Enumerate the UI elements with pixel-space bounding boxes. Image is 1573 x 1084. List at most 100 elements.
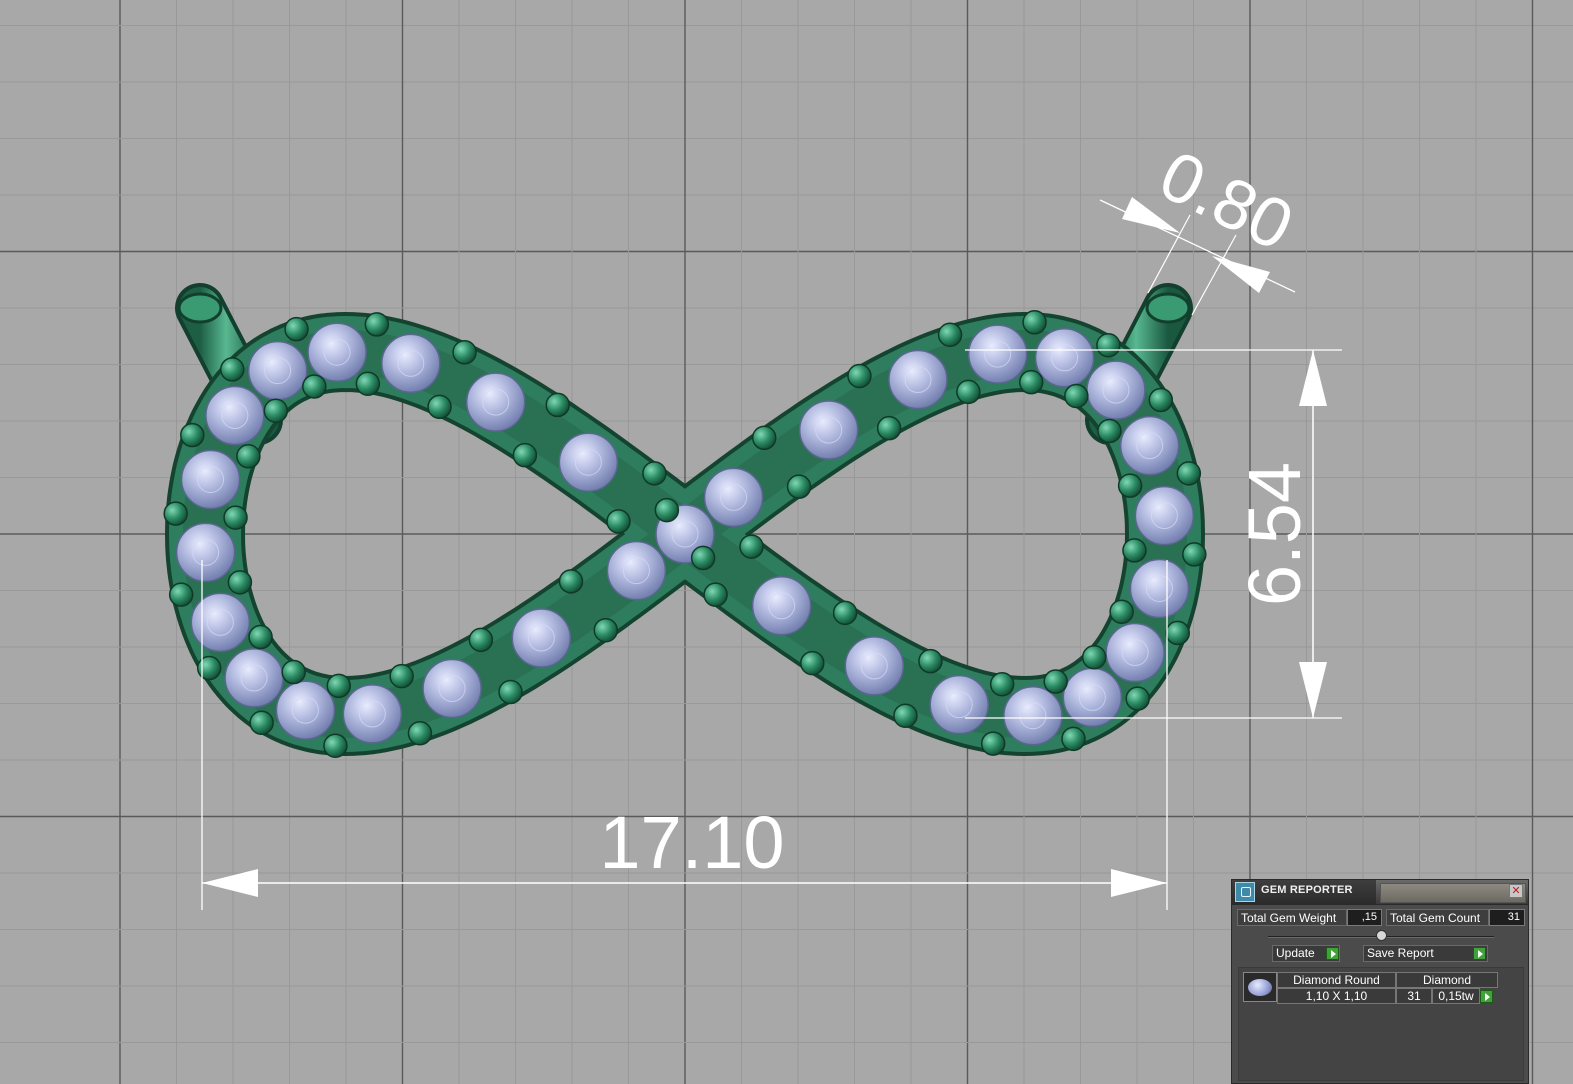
prong-bead — [1097, 418, 1122, 444]
prong-bead — [407, 720, 433, 746]
prong-bead — [937, 322, 963, 348]
prong-bead — [196, 655, 222, 681]
update-play-icon[interactable] — [1326, 947, 1339, 960]
diamond-stone — [190, 592, 251, 653]
prong-bead — [452, 340, 477, 365]
diamond-stone — [224, 648, 284, 708]
prong-bead — [249, 710, 274, 736]
diamond-stone — [1119, 415, 1180, 476]
prong-bead — [1125, 686, 1150, 711]
diamond-stone — [844, 636, 905, 696]
prong-bead — [1064, 383, 1089, 409]
total-gem-count-label: Total Gem Count — [1386, 909, 1489, 926]
prong-bead — [847, 363, 872, 389]
prong-bead — [918, 648, 943, 674]
prong-bead — [498, 679, 523, 705]
diamond-stone — [465, 372, 526, 432]
prong-bead — [751, 425, 777, 451]
prong-bead — [1165, 620, 1190, 646]
prong-bead — [876, 415, 902, 441]
prong-bead — [248, 624, 273, 650]
update-button-label: Update — [1276, 946, 1315, 960]
prong-bead — [323, 733, 348, 758]
prong-bead — [956, 379, 981, 405]
diamond-stone — [511, 608, 572, 668]
prong-bead — [1081, 645, 1107, 670]
prong-bead — [223, 505, 248, 530]
diamond-stone — [1134, 485, 1195, 546]
diamond-stone — [1086, 360, 1146, 420]
prong-bead — [281, 659, 306, 685]
gem-list: Diamond Round Diamond 1,10 X 1,10 31 0,1… — [1238, 967, 1524, 1081]
width-dimension-label: 17.10 — [599, 801, 784, 884]
save-report-button-label: Save Report — [1367, 946, 1434, 960]
close-icon[interactable]: ✕ — [1509, 884, 1523, 898]
prong-bead — [1061, 726, 1086, 752]
prong-bead — [739, 534, 764, 559]
prong-bead — [1176, 461, 1202, 486]
diamond-stone — [888, 349, 948, 410]
diamond-stone — [1034, 328, 1095, 388]
prong-bead — [163, 501, 188, 526]
save-report-button[interactable]: Save Report — [1363, 945, 1488, 962]
prong-bead — [642, 461, 667, 486]
gem-material-cell[interactable]: Diamond — [1396, 972, 1498, 988]
gem-row-play-icon[interactable] — [1480, 990, 1493, 1003]
panel-title: GEM REPORTER — [1261, 884, 1353, 896]
prong-bead — [989, 671, 1015, 697]
diamond-stone — [929, 674, 989, 735]
diamond-stone — [422, 658, 482, 719]
diamond-stone — [703, 467, 764, 528]
prong-bead — [654, 497, 680, 523]
splitter-handle-icon[interactable] — [1376, 930, 1387, 941]
prong-bead — [227, 570, 253, 595]
diamond-stone — [381, 333, 441, 394]
diamond-stone — [967, 324, 1028, 384]
diamond-stone — [798, 400, 859, 460]
prong-bead — [1117, 473, 1143, 498]
diamond-stone — [180, 449, 241, 510]
gem-reporter-panel: GEM REPORTER ✕ Total Gem Weight ,15 Tota… — [1231, 879, 1529, 1084]
prong-bead — [326, 673, 352, 699]
height-dimension-label: 6.54 — [1233, 462, 1316, 606]
prong-bead — [1182, 542, 1207, 567]
diamond-stone — [247, 340, 308, 401]
prong-bead — [427, 394, 452, 420]
diamond-stone — [342, 684, 403, 744]
diamond-stone — [1129, 558, 1190, 619]
prong-bead — [690, 545, 716, 571]
prong-bead — [284, 316, 309, 342]
gem-size-cell[interactable]: 1,10 X 1,10 — [1277, 988, 1396, 1004]
diamond-stone — [558, 432, 619, 492]
prong-bead — [220, 357, 245, 382]
panel-titlebar[interactable]: GEM REPORTER ✕ — [1232, 880, 1528, 905]
save-report-play-icon[interactable] — [1473, 947, 1486, 960]
prong-bead — [468, 627, 494, 653]
prong-bead — [512, 442, 538, 468]
prong-bead — [168, 582, 194, 607]
gem-weight-cell[interactable]: 0,15tw — [1432, 988, 1480, 1004]
prong-bead — [180, 422, 205, 448]
prong-bead — [302, 374, 327, 399]
prong-bead — [236, 444, 261, 469]
prong-bead — [1109, 599, 1134, 624]
prong-bead — [800, 650, 825, 676]
prong-bead — [832, 600, 858, 626]
diamond-stone — [275, 680, 336, 740]
prong-bead — [703, 582, 728, 607]
gem-shape-cell[interactable]: Diamond Round — [1277, 972, 1396, 988]
diamond-stone — [1105, 622, 1165, 683]
diamond-stone — [307, 322, 367, 382]
prong-bead — [1096, 332, 1121, 358]
diamond-stone — [175, 522, 236, 583]
prong-bead — [364, 312, 390, 337]
total-gem-weight-label: Total Gem Weight — [1237, 909, 1347, 926]
prong-bead — [593, 617, 619, 643]
diamond-stone — [1003, 686, 1063, 746]
gem-count-cell[interactable]: 31 — [1396, 988, 1432, 1004]
diamond-round-icon — [1243, 972, 1277, 1002]
prong-bead — [1148, 387, 1174, 413]
gem-reporter-icon — [1235, 882, 1255, 902]
prong-bead — [1043, 669, 1068, 694]
diamond-stone — [205, 385, 265, 446]
